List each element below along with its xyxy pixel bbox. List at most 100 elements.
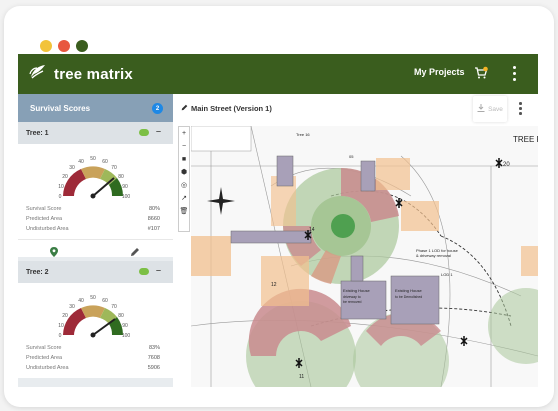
circle-tool[interactable]: ◎ xyxy=(179,179,189,192)
map-pin-icon[interactable] xyxy=(50,244,58,262)
survival-scores-panel: Survival Scores 2 Tree: 1 – 0 10 20 30 4… xyxy=(18,94,173,387)
plan-title: TREE P xyxy=(513,135,538,144)
plan-label: & driveway removal xyxy=(416,253,451,258)
tick-label: 50 xyxy=(90,295,96,301)
tick-label: 0 xyxy=(59,333,62,339)
panel-header: Survival Scores 2 xyxy=(18,94,173,122)
stat-value: 5906 xyxy=(147,365,160,371)
stat-value: 80% xyxy=(148,206,160,212)
project-title[interactable]: Main Street (Version 1) xyxy=(181,104,272,113)
stat-row: Survival Score 80% xyxy=(26,206,166,212)
delete-tool[interactable]: 🗑 xyxy=(179,205,189,218)
plan-label: be removed xyxy=(343,300,362,304)
stat-row: Undisturbed Area #107 xyxy=(26,226,166,232)
maximize-dot[interactable] xyxy=(76,40,88,52)
top-bar: tree matrix My Projects xyxy=(18,54,538,94)
tick-label: 90 xyxy=(122,184,128,190)
plan-label: Existing House xyxy=(395,288,422,293)
tree-number: 20 xyxy=(503,162,510,168)
survival-gauge-1: 0 10 20 30 40 50 60 70 80 90 100 xyxy=(58,156,131,200)
tick-label: 60 xyxy=(102,298,108,304)
rectangle-tool[interactable]: ■ xyxy=(179,153,189,166)
tree-card-body-1: 0 10 20 30 40 50 60 70 80 90 100 Surviva… xyxy=(18,144,173,239)
tick-label: 40 xyxy=(78,159,84,165)
tick-label: 80 xyxy=(118,313,124,319)
tick-label: 100 xyxy=(122,194,131,200)
tree-name: Tree: 1 xyxy=(26,129,49,137)
tick-label: 80 xyxy=(118,174,124,180)
stat-value: 7608 xyxy=(147,355,160,361)
zoom-in-button[interactable]: + xyxy=(179,127,189,140)
tree-number: 12 xyxy=(271,282,277,288)
stat-row: Undisturbed Area 5906 xyxy=(26,365,166,371)
tick-label: 10 xyxy=(58,323,64,329)
stat-row: Predicted Area 7608 xyxy=(26,355,166,361)
tree-card-header-1[interactable]: Tree: 1 – xyxy=(18,122,173,144)
tick-label: 30 xyxy=(69,304,75,310)
minimize-dot[interactable] xyxy=(40,40,52,52)
stat-row: Survival Score 83% xyxy=(26,345,166,351)
save-label: Save xyxy=(488,105,503,113)
tick-label: 100 xyxy=(122,333,131,339)
tree-card-body-2: 0 10 20 30 40 50 60 70 80 90 100 Surviva… xyxy=(18,283,173,378)
collapse-icon[interactable]: – xyxy=(156,126,161,136)
tree-logo-icon xyxy=(28,62,48,87)
stat-label: Predicted Area xyxy=(26,216,63,222)
close-dot[interactable] xyxy=(58,40,70,52)
stat-label: Survival Score xyxy=(26,345,62,351)
project-name: Main Street (Version 1) xyxy=(191,104,272,113)
tree-number: 14 xyxy=(309,227,315,233)
tick-label: 90 xyxy=(122,323,128,329)
plan-label: Tree 16 xyxy=(296,132,310,137)
tree-number: 11 xyxy=(299,374,304,380)
tree-name: Tree: 2 xyxy=(26,268,49,276)
save-button[interactable]: Save xyxy=(473,96,507,122)
tree-status-badge xyxy=(139,129,149,136)
tree-number: 05 xyxy=(349,154,354,159)
stat-row: Predicted Area 8660 xyxy=(26,216,166,222)
tick-label: 20 xyxy=(62,313,68,319)
stat-value: 8660 xyxy=(147,216,160,222)
tick-label: 0 xyxy=(59,194,62,200)
map-toolbar: + − ■ ⬢ ◎ ↗ 🗑 xyxy=(178,126,190,232)
tick-label: 40 xyxy=(78,298,84,304)
pencil-icon xyxy=(181,104,188,113)
stat-label: Predicted Area xyxy=(26,355,63,361)
map-area: Main Street (Version 1) Save + − ■ ⬢ ◎ ↗… xyxy=(173,94,538,387)
download-icon xyxy=(477,104,485,114)
my-projects-link[interactable]: My Projects xyxy=(414,67,465,77)
tick-label: 20 xyxy=(62,174,68,180)
plan-label: Existing House xyxy=(343,288,370,293)
zoom-out-button[interactable]: − xyxy=(179,140,189,153)
polygon-tool[interactable]: ⬢ xyxy=(179,166,189,179)
tick-label: 60 xyxy=(102,159,108,165)
tick-label: 50 xyxy=(90,156,96,162)
tick-label: 10 xyxy=(58,184,64,190)
tree-status-badge xyxy=(139,268,149,275)
stat-value: #107 xyxy=(147,226,160,232)
edit-tool[interactable]: ↗ xyxy=(179,192,189,205)
tick-label: 70 xyxy=(111,165,117,171)
plan-label: LOD 1 xyxy=(441,272,453,277)
tick-label: 30 xyxy=(69,165,75,171)
panel-title: Survival Scores xyxy=(30,103,91,113)
stat-value: 83% xyxy=(148,345,160,351)
brand-name: tree matrix xyxy=(54,66,133,83)
plan-label: to be Demolished xyxy=(395,295,422,299)
collapse-icon[interactable]: – xyxy=(156,265,161,275)
app-window: tree matrix My Projects Survival Scores … xyxy=(18,54,538,387)
stat-label: Undisturbed Area xyxy=(26,365,69,371)
plan-label: driveway to xyxy=(343,295,361,299)
more-vertical-icon[interactable] xyxy=(519,102,523,116)
cart-icon[interactable] xyxy=(474,66,488,85)
tick-label: 70 xyxy=(111,304,117,310)
survival-gauge-2: 0 10 20 30 40 50 60 70 80 90 100 xyxy=(58,295,131,339)
stat-label: Survival Score xyxy=(26,206,62,212)
site-plan-map[interactable]: Tree 16 TREE P 14 20 05 12 11 Existing H… xyxy=(191,126,538,387)
brand[interactable]: tree matrix xyxy=(28,62,133,87)
tree-card-header-2[interactable]: Tree: 2 – xyxy=(18,261,173,283)
pencil-icon[interactable] xyxy=(130,244,140,262)
more-vertical-icon[interactable] xyxy=(512,66,518,82)
stat-label: Undisturbed Area xyxy=(26,226,69,232)
tree-card-footer-1 xyxy=(18,239,173,257)
